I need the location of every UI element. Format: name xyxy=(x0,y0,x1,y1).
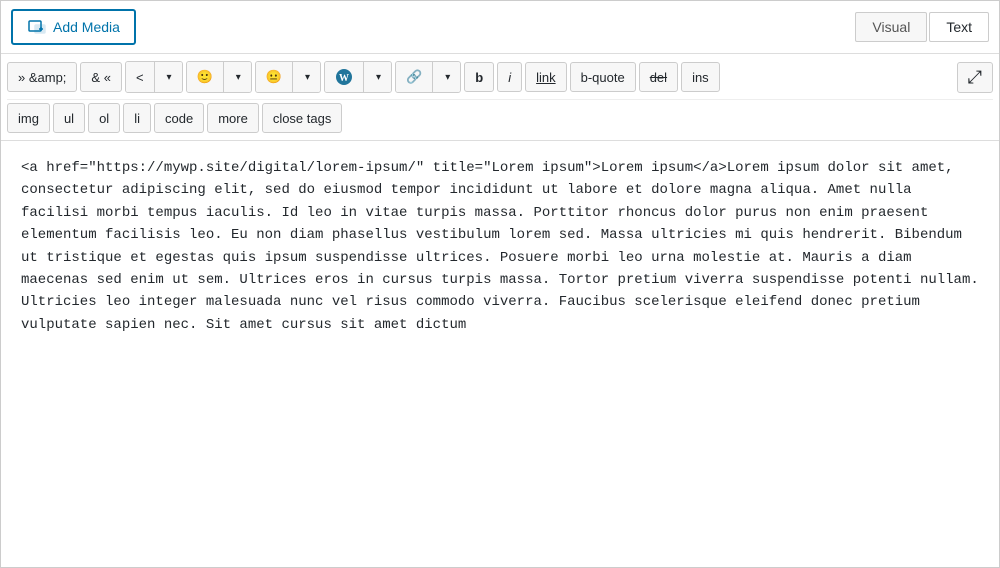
editor-container: Add Media Visual Text » &amp; & « < ▾ 🙂 … xyxy=(0,0,1000,568)
toolbar-row-1: » &amp; & « < ▾ 🙂 ▾ 😐 ▾ W ▾ 🔗 xyxy=(7,58,993,96)
toolbar-group-wp: W ▾ xyxy=(324,61,392,93)
toolbar-btn-italic[interactable]: i xyxy=(497,62,522,92)
view-tabs: Visual Text xyxy=(855,12,989,42)
add-media-label: Add Media xyxy=(53,19,120,35)
toolbar-row-2: img ul ol li code more close tags xyxy=(7,99,993,136)
toolbar-btn-lt[interactable]: < xyxy=(126,62,155,92)
toolbar-btn-ol[interactable]: ol xyxy=(88,103,120,133)
tab-visual[interactable]: Visual xyxy=(855,12,927,42)
toolbar-group-lt: < ▾ xyxy=(125,61,183,93)
toolbar-btn-bquote[interactable]: b-quote xyxy=(570,62,636,92)
toolbar-group-link: 🔗 ▾ xyxy=(395,61,461,93)
toolbar-btn-emoji1[interactable]: 🙂 xyxy=(187,62,224,92)
toolbar-btn-emoji1-dropdown[interactable]: ▾ xyxy=(224,62,251,92)
emoji2-dropdown-arrow-icon: ▾ xyxy=(305,72,310,83)
toolbar-btn-close-tags[interactable]: close tags xyxy=(262,103,343,133)
toolbar-btn-ampamp[interactable]: » &amp; xyxy=(7,62,77,92)
toolbar-btn-amp[interactable]: & « xyxy=(80,62,122,92)
toolbar-btn-wp-dropdown[interactable]: ▾ xyxy=(364,62,391,92)
editor-text-area[interactable]: <a href="https://mywp.site/digital/lorem… xyxy=(1,141,999,567)
toolbar: » &amp; & « < ▾ 🙂 ▾ 😐 ▾ W ▾ 🔗 xyxy=(1,54,999,141)
tab-text[interactable]: Text xyxy=(929,12,989,42)
toolbar-btn-link-dropdown[interactable]: ▾ xyxy=(433,62,460,92)
toolbar-btn-img[interactable]: img xyxy=(7,103,50,133)
toolbar-btn-lt-dropdown[interactable]: ▾ xyxy=(155,62,182,92)
lt-dropdown-arrow-icon: ▾ xyxy=(167,72,172,83)
toolbar-group-emoji2: 😐 ▾ xyxy=(255,61,321,93)
wp-dropdown-arrow-icon: ▾ xyxy=(376,72,381,83)
toolbar-btn-li[interactable]: li xyxy=(123,103,151,133)
toolbar-btn-emoji2-dropdown[interactable]: ▾ xyxy=(293,62,320,92)
toolbar-btn-bold[interactable]: b xyxy=(464,62,494,92)
add-media-icon xyxy=(27,17,47,37)
toolbar-btn-more[interactable]: more xyxy=(207,103,259,133)
toolbar-btn-link-icon[interactable]: 🔗 xyxy=(396,62,433,92)
top-bar: Add Media Visual Text xyxy=(1,1,999,54)
svg-text:W: W xyxy=(339,73,349,84)
emoji1-dropdown-arrow-icon: ▾ xyxy=(236,72,241,83)
toolbar-group-emoji1: 🙂 ▾ xyxy=(186,61,252,93)
toolbar-btn-ul[interactable]: ul xyxy=(53,103,85,133)
toolbar-btn-fullscreen[interactable]: ⤢ xyxy=(957,62,993,93)
toolbar-btn-ins[interactable]: ins xyxy=(681,62,720,92)
link-dropdown-arrow-icon: ▾ xyxy=(445,72,450,83)
toolbar-btn-link[interactable]: link xyxy=(525,62,567,92)
toolbar-btn-emoji2[interactable]: 😐 xyxy=(256,62,293,92)
toolbar-btn-del[interactable]: del xyxy=(639,62,678,92)
toolbar-btn-code[interactable]: code xyxy=(154,103,204,133)
add-media-button[interactable]: Add Media xyxy=(11,9,136,45)
toolbar-btn-wp[interactable]: W xyxy=(325,62,364,92)
